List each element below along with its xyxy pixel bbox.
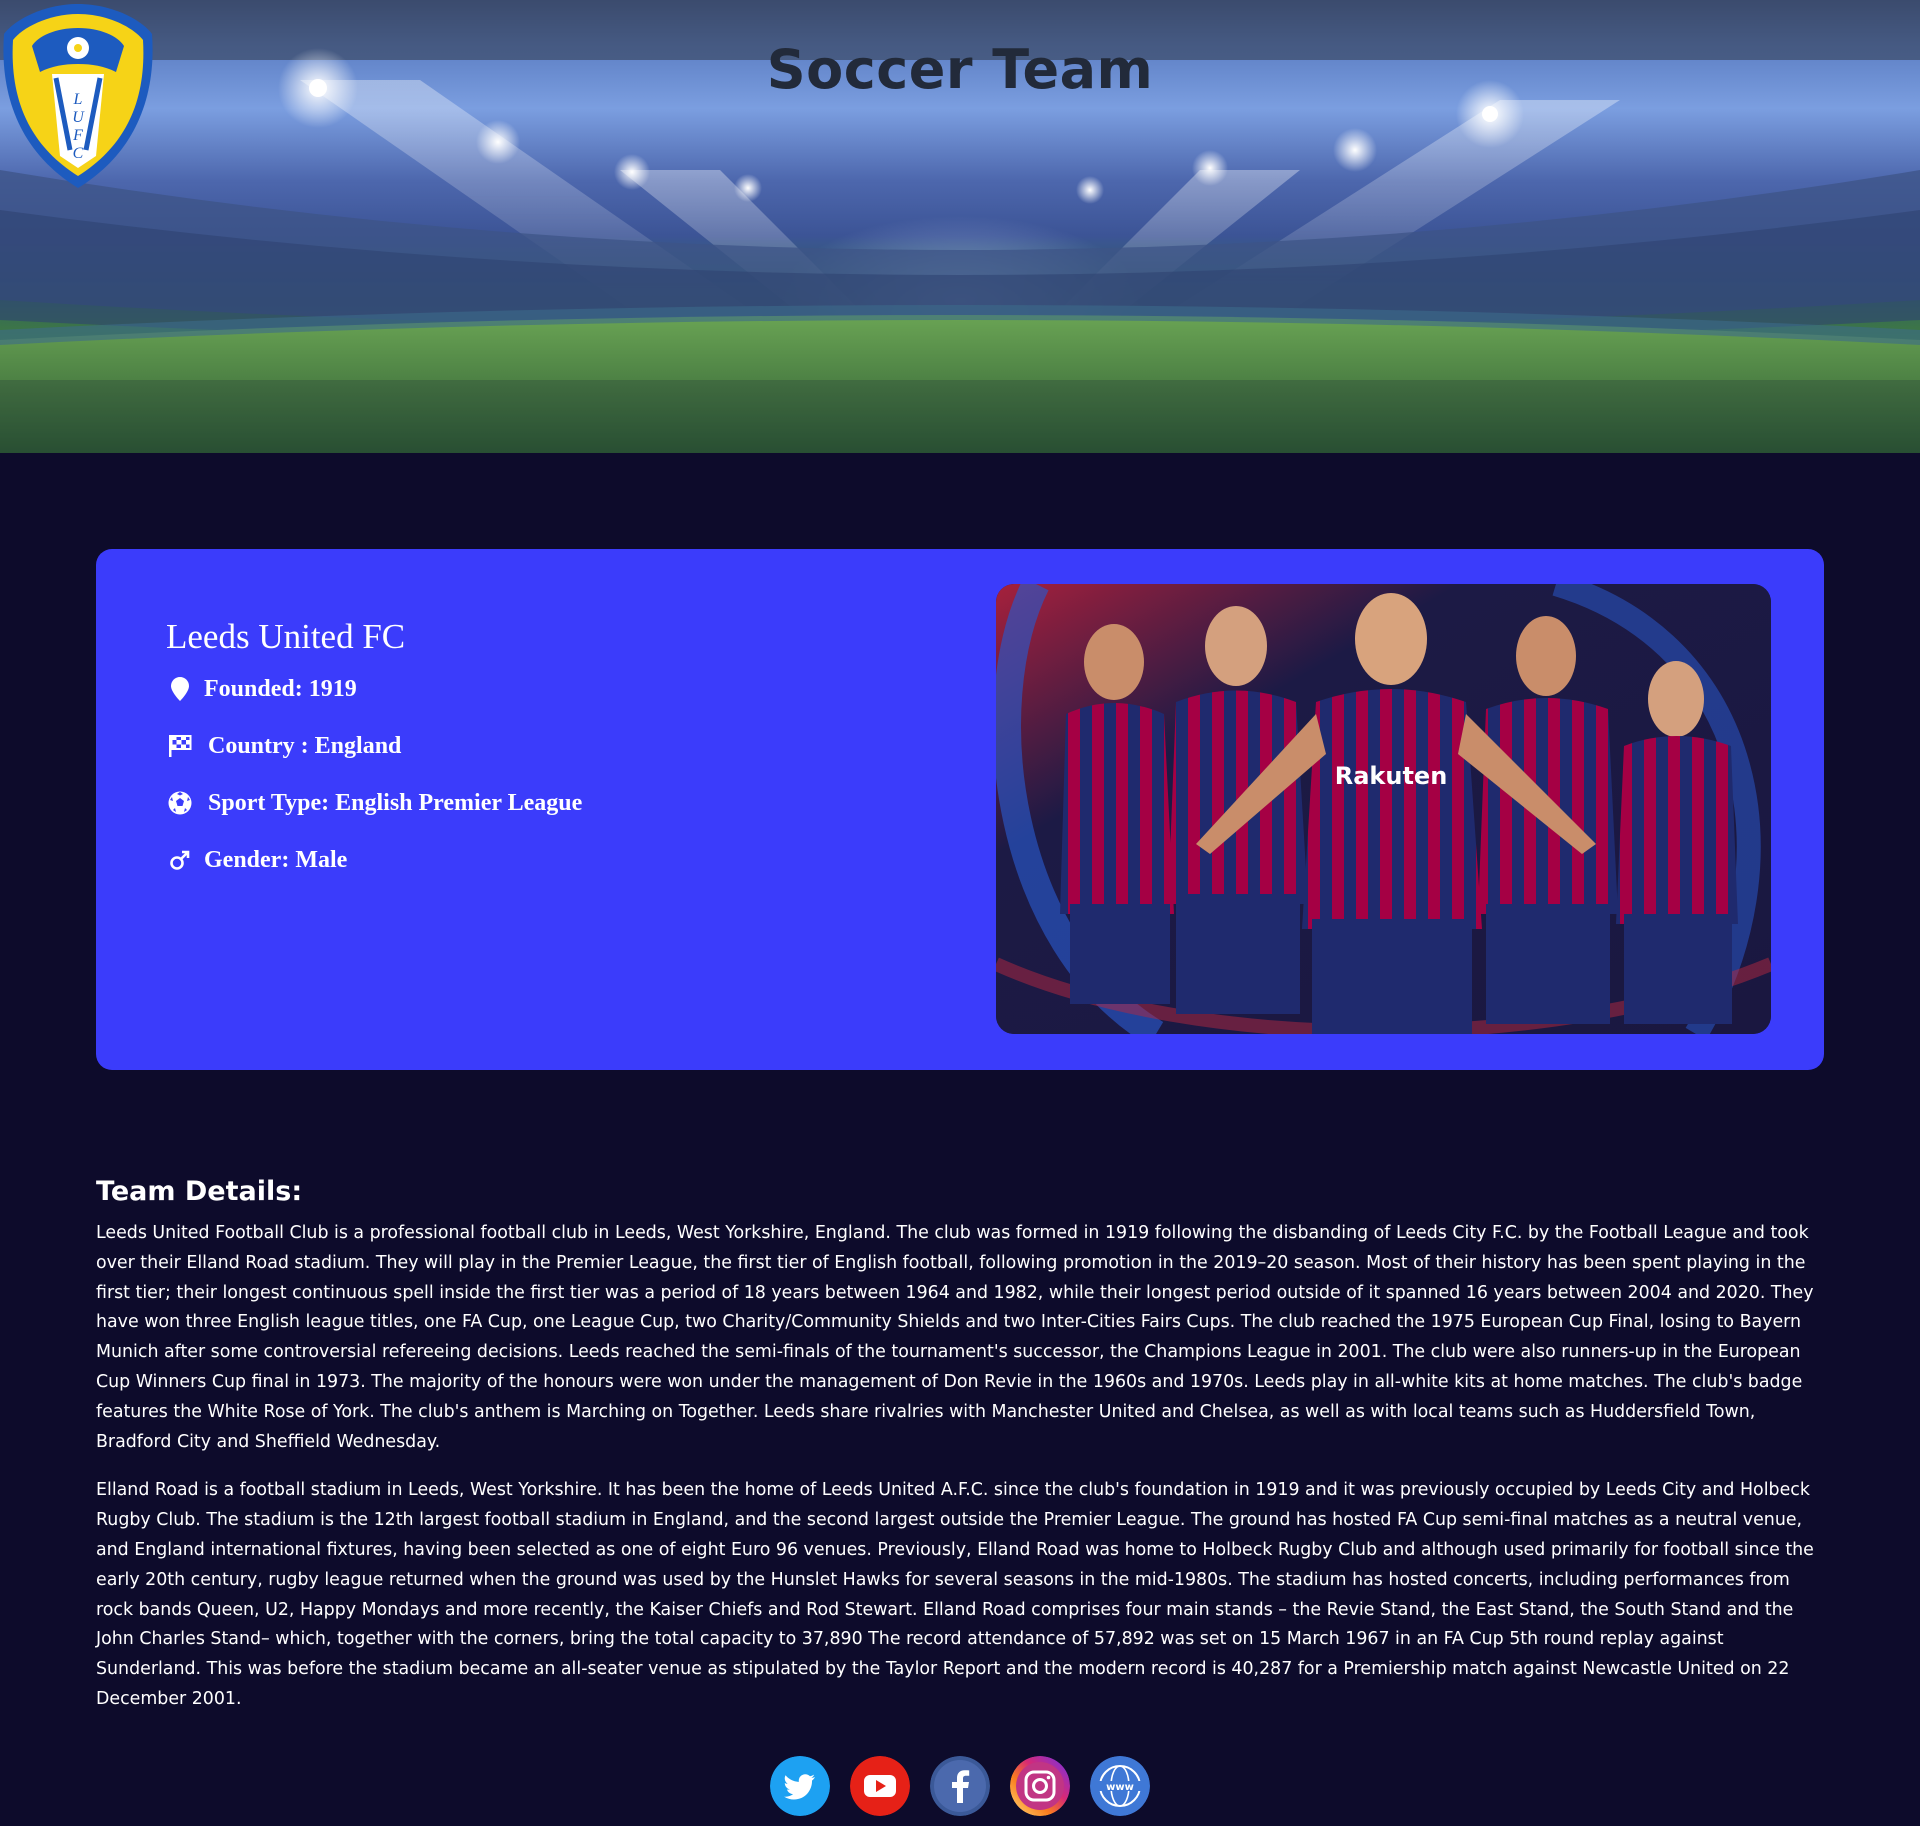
sport-type-text: Sport Type: English Premier League (208, 789, 583, 816)
team-crest-logo: L U F C (3, 4, 153, 188)
shirt-sponsor-text: Rakuten (1335, 762, 1448, 790)
country-text: Country : England (208, 732, 402, 759)
svg-text:L: L (73, 91, 83, 108)
gender-text: Gender: Male (204, 846, 348, 873)
twitter-icon[interactable] (770, 1756, 830, 1816)
svg-text:F: F (72, 127, 83, 144)
gender-row: Gender: Male (166, 844, 347, 876)
team-name: Leeds United FC (166, 617, 406, 656)
team-info-card: Leeds United FC Founded: 1919 Country : … (96, 549, 1824, 1070)
team-details-heading: Team Details: (96, 1176, 303, 1207)
svg-text:www: www (1106, 1782, 1134, 1793)
instagram-icon[interactable] (1010, 1756, 1070, 1816)
country-row: Country : England (166, 730, 401, 762)
team-details-section: Team Details: Leeds United Football Club… (96, 1176, 1824, 1734)
facebook-icon[interactable] (930, 1756, 990, 1816)
youtube-icon[interactable] (850, 1756, 910, 1816)
team-players-photo: Rakuten (996, 584, 1771, 1034)
svg-text:C: C (73, 145, 84, 162)
founded-text: Founded: 1919 (204, 675, 357, 702)
social-links: www (0, 1756, 1920, 1818)
map-pin-icon (166, 675, 194, 703)
sport-type-row: Sport Type: English Premier League (166, 787, 582, 819)
svg-text:U: U (72, 109, 85, 126)
page-title: Soccer Team (766, 38, 1154, 101)
founded-row: Founded: 1919 (166, 673, 357, 705)
stadium-details-paragraph: Elland Road is a football stadium in Lee… (96, 1480, 1814, 1709)
team-details-paragraph: Leeds United Football Club is a professi… (96, 1223, 1814, 1452)
hero-banner: Soccer Team L U F C (0, 0, 1920, 453)
website-icon[interactable]: www (1090, 1756, 1150, 1816)
male-symbol-icon (166, 846, 194, 874)
soccer-ball-icon (166, 789, 194, 817)
checkered-flag-icon (166, 732, 194, 760)
